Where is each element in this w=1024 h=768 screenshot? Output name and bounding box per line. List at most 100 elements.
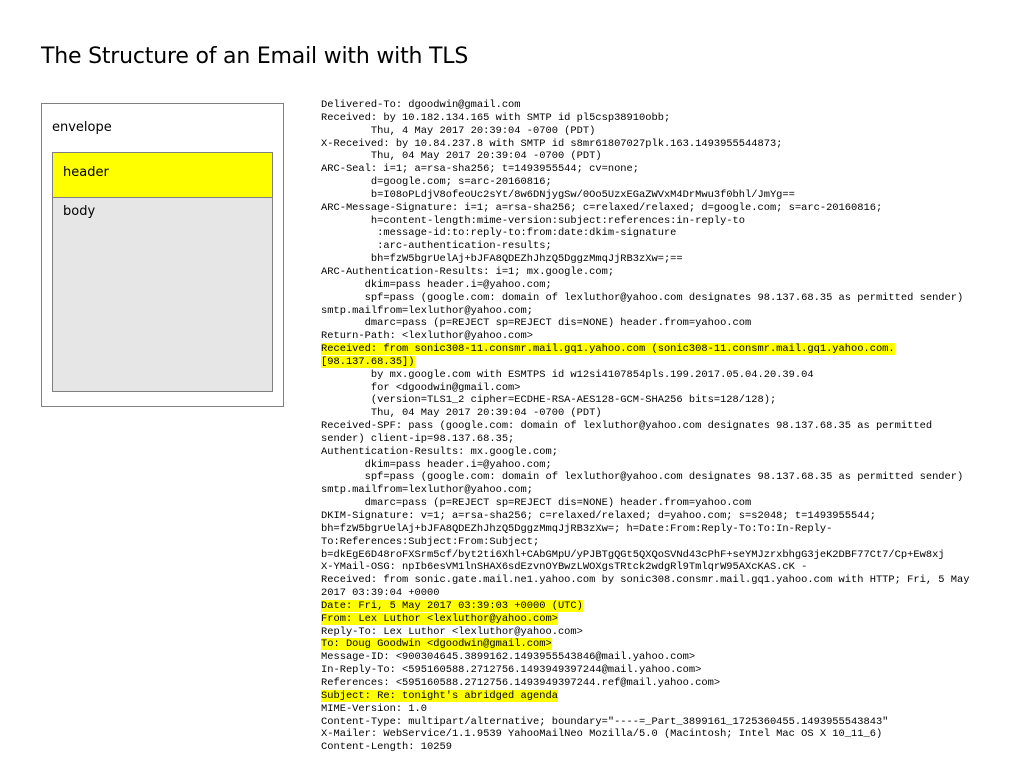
header-text: ARC-Message-Signature: i=1; a=rsa-sha256… — [321, 201, 883, 214]
header-text: smtp.mailfrom=lexluthor@yahoo.com; — [321, 304, 534, 317]
page-title: The Structure of an Email with with TLS — [41, 44, 469, 69]
header-line: bh=fzW5bgrUelAj+bJFA8QDEZhJhzQ5DggzMmqJj… — [321, 523, 1001, 536]
header-line: d=google.com; s=arc-20160816; — [321, 176, 1001, 189]
header-line: spf=pass (google.com: domain of lexlutho… — [321, 471, 1001, 484]
header-text: Received: by 10.182.134.165 with SMTP id… — [321, 111, 671, 124]
header-line: From: Lex Luthor <lexluthor@yahoo.com> — [321, 612, 1001, 626]
header-text: Received-SPF: pass (google.com: domain o… — [321, 420, 933, 433]
header-line: Delivered-To: dgoodwin@gmail.com — [321, 99, 1001, 112]
header-line: bh=fzW5bgrUelAj+bJFA8QDEZhJhzQ5DggzMmqJj… — [321, 253, 1001, 266]
header-text: X-Mailer: WebService/1.1.9539 YahooMailN… — [321, 728, 883, 741]
header-text: Reply-To: Lex Luthor <lexluthor@yahoo.co… — [321, 625, 583, 638]
header-line: smtp.mailfrom=lexluthor@yahoo.com; — [321, 305, 1001, 318]
header-line: Reply-To: Lex Luthor <lexluthor@yahoo.co… — [321, 626, 1001, 639]
header-line: Received: by 10.182.134.165 with SMTP id… — [321, 112, 1001, 125]
header-line: MIME-Version: 1.0 — [321, 703, 1001, 716]
header-text: Content-Length: 10259 — [321, 741, 452, 754]
header-text: b=I08oPLdjV8ofeoUc2sYt/8w6DNjygSw/0Oo5Uz… — [321, 188, 795, 201]
header-text: by mx.google.com with ESMTPS id w12si410… — [321, 368, 814, 381]
header-text: h=content-length:mime-version:subject:re… — [321, 214, 746, 227]
header-line: To: Doug Goodwin <dgoodwin@gmail.com> — [321, 638, 1001, 651]
header-line: Message-ID: <900304645.3899162.149395554… — [321, 651, 1001, 664]
header-line: Received-SPF: pass (google.com: domain o… — [321, 420, 1001, 433]
header-line: b=dkEgE6D48roFXSrm5cf/byt2ti6Xhl+CAbGMpU… — [321, 549, 1001, 562]
highlighted-header-text: Subject: Re: tonight's abridged agenda — [321, 689, 558, 702]
header-text: In-Reply-To: <595160588.2712756.14939493… — [321, 664, 702, 677]
header-line: by mx.google.com with ESMTPS id w12si410… — [321, 369, 1001, 382]
header-line: dkim=pass header.i=@yahoo.com; — [321, 279, 1001, 292]
header-text: sender) client-ip=98.137.68.35; — [321, 432, 515, 445]
header-text: Message-ID: <900304645.3899162.149395554… — [321, 651, 696, 664]
header-line: ARC-Authentication-Results: i=1; mx.goog… — [321, 266, 1001, 279]
header-line: Thu, 04 May 2017 20:39:04 -0700 (PDT) — [321, 407, 1001, 420]
header-line: 2017 03:39:04 +0000 — [321, 587, 1001, 600]
header-line: dmarc=pass (p=REJECT sp=REJECT dis=NONE)… — [321, 497, 1001, 510]
header-text: dkim=pass header.i=@yahoo.com; — [321, 278, 552, 291]
header-line: Content-Length: 10259 — [321, 741, 1001, 754]
header-line: Received: from sonic308-11.consmr.mail.g… — [321, 343, 1001, 356]
body-label: body — [63, 204, 96, 219]
header-text: Return-Path: <lexluthor@yahoo.com> — [321, 330, 534, 343]
header-text: :arc-authentication-results; — [321, 240, 552, 253]
header-line: [98.137.68.35]) — [321, 355, 1001, 369]
header-text: bh=fzW5bgrUelAj+bJFA8QDEZhJhzQ5DggzMmqJj… — [321, 253, 683, 266]
envelope-box: envelope header body — [41, 103, 284, 407]
header-text: To:References:Subject:From:Subject; — [321, 535, 540, 548]
header-line: Authentication-Results: mx.google.com; — [321, 446, 1001, 459]
header-line: dmarc=pass (p=REJECT sp=REJECT dis=NONE)… — [321, 317, 1001, 330]
header-line: h=content-length:mime-version:subject:re… — [321, 215, 1001, 228]
header-text: dmarc=pass (p=REJECT sp=REJECT dis=NONE)… — [321, 497, 752, 510]
header-text: Thu, 4 May 2017 20:39:04 -0700 (PDT) — [321, 124, 596, 137]
header-line: smtp.mailfrom=lexluthor@yahoo.com; — [321, 484, 1001, 497]
header-text: bh=fzW5bgrUelAj+bJFA8QDEZhJhzQ5DggzMmqJj… — [321, 522, 833, 535]
header-line: Subject: Re: tonight's abridged agenda — [321, 689, 1001, 703]
header-text: for <dgoodwin@gmail.com> — [321, 381, 521, 394]
header-line: Received: from sonic.gate.mail.ne1.yahoo… — [321, 574, 1001, 587]
header-text: X-YMail-OSG: npIb6esVM1lnSHAX6sdEzvnOYBw… — [321, 561, 808, 574]
header-line: Content-Type: multipart/alternative; bou… — [321, 716, 1001, 729]
header-line: Return-Path: <lexluthor@yahoo.com> — [321, 330, 1001, 343]
body-box: body — [52, 197, 273, 392]
highlighted-header-text: From: Lex Luthor <lexluthor@yahoo.com> — [321, 612, 558, 625]
header-line: :arc-authentication-results; — [321, 240, 1001, 253]
header-line: ARC-Message-Signature: i=1; a=rsa-sha256… — [321, 202, 1001, 215]
header-line: ARC-Seal: i=1; a=rsa-sha256; t=149395554… — [321, 163, 1001, 176]
header-line: Thu, 4 May 2017 20:39:04 -0700 (PDT) — [321, 125, 1001, 138]
header-text: (version=TLS1_2 cipher=ECDHE-RSA-AES128-… — [321, 394, 777, 407]
header-text: Received: from sonic.gate.mail.ne1.yahoo… — [321, 574, 970, 587]
header-text: smtp.mailfrom=lexluthor@yahoo.com; — [321, 484, 534, 497]
header-text: X-Received: by 10.84.237.8 with SMTP id … — [321, 137, 783, 150]
header-text: Delivered-To: dgoodwin@gmail.com — [321, 99, 521, 111]
header-line: To:References:Subject:From:Subject; — [321, 536, 1001, 549]
envelope-label: envelope — [52, 120, 112, 135]
header-text: spf=pass (google.com: domain of lexlutho… — [321, 291, 964, 304]
header-text: :message-id:to:reply-to:from:date:dkim-s… — [321, 227, 677, 240]
header-line: Date: Fri, 5 May 2017 03:39:03 +0000 (UT… — [321, 599, 1001, 613]
header-text: Content-Type: multipart/alternative; bou… — [321, 715, 889, 728]
header-line: for <dgoodwin@gmail.com> — [321, 382, 1001, 395]
header-text: Thu, 04 May 2017 20:39:04 -0700 (PDT) — [321, 407, 602, 420]
header-label: header — [63, 165, 109, 180]
header-line: b=I08oPLdjV8ofeoUc2sYt/8w6DNjygSw/0Oo5Uz… — [321, 189, 1001, 202]
header-line: Thu, 04 May 2017 20:39:04 -0700 (PDT) — [321, 150, 1001, 163]
header-text: Thu, 04 May 2017 20:39:04 -0700 (PDT) — [321, 150, 602, 163]
header-text: MIME-Version: 1.0 — [321, 702, 428, 715]
header-line: In-Reply-To: <595160588.2712756.14939493… — [321, 664, 1001, 677]
header-text: ARC-Authentication-Results: i=1; mx.goog… — [321, 265, 615, 278]
highlighted-header-text: Date: Fri, 5 May 2017 03:39:03 +0000 (UT… — [321, 599, 583, 612]
header-box: header — [52, 152, 273, 198]
header-line: (version=TLS1_2 cipher=ECDHE-RSA-AES128-… — [321, 394, 1001, 407]
header-line: DKIM-Signature: v=1; a=rsa-sha256; c=rel… — [321, 510, 1001, 523]
header-text: d=google.com; s=arc-20160816; — [321, 176, 552, 189]
header-line: X-Mailer: WebService/1.1.9539 YahooMailN… — [321, 728, 1001, 741]
raw-email-headers: Delivered-To: dgoodwin@gmail.com Received… — [321, 99, 1001, 754]
header-line: sender) client-ip=98.137.68.35; — [321, 433, 1001, 446]
header-line: X-Received: by 10.84.237.8 with SMTP id … — [321, 138, 1001, 151]
header-text: dkim=pass header.i=@yahoo.com; — [321, 458, 552, 471]
header-text: dmarc=pass (p=REJECT sp=REJECT dis=NONE)… — [321, 317, 752, 330]
header-text: References: <595160588.2712756.149394939… — [321, 676, 721, 689]
header-text: b=dkEgE6D48roFXSrm5cf/byt2ti6Xhl+CAbGMpU… — [321, 548, 945, 561]
header-text: Authentication-Results: mx.google.com; — [321, 445, 558, 458]
highlighted-header-text: [98.137.68.35]) — [321, 355, 415, 368]
header-line: spf=pass (google.com: domain of lexlutho… — [321, 292, 1001, 305]
